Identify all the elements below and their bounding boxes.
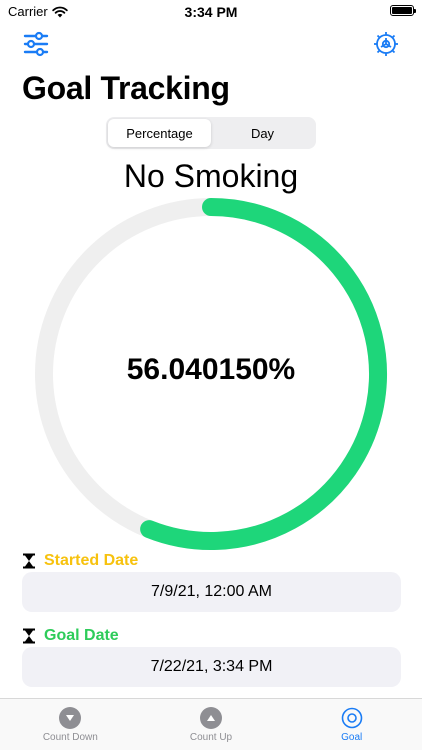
- display-mode-segmented-control[interactable]: Percentage Day: [106, 117, 316, 149]
- started-date-label: Started Date: [44, 552, 139, 569]
- tab-goal-label: Goal: [341, 732, 363, 743]
- target-icon: [341, 707, 363, 729]
- started-date-header: Started Date: [22, 552, 138, 570]
- tab-count-up-label: Count Up: [189, 732, 233, 743]
- sliders-icon: [23, 31, 49, 57]
- chevron-up-circle-icon: [200, 707, 222, 729]
- tab-count-down[interactable]: Count Down: [0, 699, 141, 750]
- tab-bar: Count Down Count Up Goal: [0, 698, 422, 750]
- filter-button[interactable]: [22, 30, 50, 58]
- progress-percentage: 56.040150%: [126, 353, 296, 386]
- settings-icon: [374, 32, 398, 56]
- tab-count-down-label: Count Down: [42, 732, 98, 743]
- goal-date-field[interactable]: 7/22/21, 3:34 PM: [22, 647, 401, 687]
- hourglass-icon: [23, 628, 35, 644]
- status-bar: Carrier 3:34 PM: [0, 0, 422, 24]
- progress-ring: 56.040150%: [30, 193, 392, 555]
- segment-percentage[interactable]: Percentage: [108, 119, 211, 147]
- tab-goal[interactable]: Goal: [281, 699, 422, 750]
- goal-date-header: Goal Date: [22, 627, 119, 645]
- status-time: 3:34 PM: [184, 4, 238, 20]
- settings-button[interactable]: [372, 30, 400, 58]
- hourglass-icon: [23, 553, 35, 569]
- goal-date-label: Goal Date: [44, 627, 119, 644]
- chevron-down-circle-icon: [59, 707, 82, 729]
- page-title: Goal Tracking: [22, 70, 230, 106]
- started-date-field[interactable]: 7/9/21, 12:00 AM: [22, 572, 401, 612]
- tab-count-up[interactable]: Count Up: [141, 699, 282, 750]
- battery-icon: [390, 5, 416, 16]
- goal-name: No Smoking: [123, 158, 299, 194]
- segment-day[interactable]: Day: [211, 119, 314, 147]
